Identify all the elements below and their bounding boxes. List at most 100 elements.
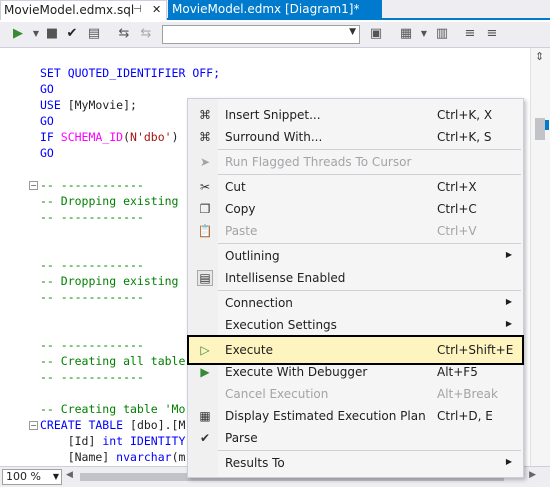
- code-line: IF SCHEMA_ID(N'dbo'): [40, 129, 179, 145]
- vertical-scrollbar[interactable]: ⇕: [530, 48, 550, 466]
- menu-item-shortcut: Alt+Break: [437, 387, 498, 401]
- menu-item-copy[interactable]: ❐ Copy Ctrl+C: [189, 198, 522, 220]
- menu-item-cancel-execution[interactable]: Cancel Execution Alt+Break: [189, 383, 522, 405]
- menu-item-results-to[interactable]: Results To ▶: [189, 452, 522, 474]
- menu-item-label: Paste: [225, 224, 258, 238]
- stop-icon[interactable]: ■: [44, 26, 60, 42]
- code-token: [dbo].[M: [123, 418, 186, 432]
- code-token: GO: [40, 82, 54, 96]
- chevron-down-icon: ▼: [349, 27, 356, 37]
- menu-item-run-flagged-threads[interactable]: ➤ Run Flagged Threads To Cursor: [189, 151, 522, 173]
- menu-item-paste[interactable]: 📋 Paste Ctrl+V: [189, 220, 522, 242]
- code-line: [Id] int IDENTITY: [40, 433, 186, 449]
- menu-item-outlining[interactable]: Outlining ▶: [189, 245, 522, 267]
- disconnect-icon[interactable]: ⇆: [138, 26, 154, 42]
- execute-icon[interactable]: ▶: [10, 26, 26, 42]
- code-line: GO: [40, 113, 54, 129]
- splitter-icon[interactable]: ⇕: [535, 50, 544, 63]
- code-token: nvarchar: [116, 450, 172, 464]
- code-line: -- ------------: [40, 290, 144, 304]
- results-to-grid-icon[interactable]: ▦: [398, 26, 414, 42]
- tab-label: MovieModel.edmx [Diagram1]*: [172, 2, 360, 16]
- collapse-icon[interactable]: −: [29, 421, 38, 430]
- menu-item-label: Intellisense Enabled: [225, 271, 346, 285]
- scroll-marker: [545, 120, 549, 130]
- code-token: (m: [171, 450, 186, 464]
- sql-editor-toolbar: ▶ ▼ ■ ✔ ▤ ⇆ ⇆ ▼ ▣ ▦ ▼ ▥ ≡ ≡: [0, 22, 550, 48]
- database-combo[interactable]: ▼: [162, 25, 360, 44]
- menu-item-shortcut: Alt+F5: [437, 365, 478, 379]
- code-line: GO: [40, 81, 54, 97]
- menu-item-display-estimated-plan[interactable]: ▦ Display Estimated Execution Plan Ctrl+…: [189, 405, 522, 427]
- code-token: [MyMovie];: [67, 98, 137, 112]
- code-token: (: [123, 130, 131, 144]
- menu-item-shortcut: Ctrl+C: [437, 202, 477, 216]
- execution-plan-icon[interactable]: ▤: [86, 26, 102, 42]
- collapse-icon[interactable]: −: [29, 181, 38, 190]
- tab-movie-model-diagram[interactable]: MovieModel.edmx [Diagram1]*: [168, 0, 382, 18]
- connect-icon[interactable]: ⇆: [116, 26, 132, 42]
- menu-item-connection[interactable]: Connection ▶: [189, 292, 522, 314]
- menu-item-label: Execute: [225, 343, 273, 357]
- menu-item-shortcut: Ctrl+X: [437, 180, 477, 194]
- scroll-left-icon[interactable]: ◀: [66, 470, 73, 480]
- code-token: GO: [40, 114, 54, 128]
- menu-item-label: Execution Settings: [225, 318, 337, 332]
- pin-icon[interactable]: ⊣: [133, 1, 142, 19]
- menu-item-execute-with-debugger[interactable]: ▶ Execute With Debugger Alt+F5: [189, 361, 522, 383]
- menu-item-execution-settings[interactable]: Execution Settings ▶: [189, 314, 522, 336]
- code-line: -- ------------: [40, 178, 144, 192]
- menu-separator: [218, 450, 521, 451]
- menu-item-cut[interactable]: ✂ Cut Ctrl+X: [189, 176, 522, 198]
- document-tab-strip: MovieModel.edmx.sql ⊣ ✕ MovieModel.edmx …: [0, 0, 550, 20]
- zoom-value: 100 %: [6, 470, 41, 483]
- code-token: CREATE TABLE: [40, 418, 124, 432]
- menu-separator: [218, 149, 521, 150]
- submenu-arrow-icon: ▶: [505, 319, 512, 328]
- menu-item-label: Display Estimated Execution Plan: [225, 409, 426, 423]
- change-connection-icon[interactable]: ▣: [368, 26, 384, 42]
- menu-item-label: Connection: [225, 296, 293, 310]
- close-tab-icon[interactable]: ✕: [152, 1, 161, 19]
- code-line: -- ------------: [40, 338, 144, 352]
- code-token: [Id]: [40, 434, 103, 448]
- menu-item-label: Parse: [225, 431, 258, 445]
- menu-item-shortcut: Ctrl+V: [437, 224, 477, 238]
- menu-item-label: Cancel Execution: [225, 387, 329, 401]
- execute-debugger-icon: ▶: [200, 365, 210, 379]
- code-token: IF: [40, 130, 61, 144]
- code-line: -- Dropping existing: [40, 274, 179, 288]
- zoom-combo[interactable]: 100 % ▼: [2, 469, 62, 485]
- menu-item-shortcut: Ctrl+K, X: [437, 108, 493, 122]
- execution-plan-icon: ▦: [199, 409, 211, 423]
- code-token: USE: [40, 98, 68, 112]
- menu-item-label: Surround With...: [225, 130, 323, 144]
- menu-item-label: Run Flagged Threads To Cursor: [225, 155, 412, 169]
- tab-movie-model-sql[interactable]: MovieModel.edmx.sql ⊣ ✕: [0, 0, 167, 20]
- run-to-cursor-icon: ➤: [199, 155, 211, 169]
- code-token: ): [171, 130, 179, 144]
- menu-item-shortcut: Ctrl+Shift+E: [437, 343, 514, 357]
- code-line: SET QUOTED_IDENTIFIER OFF;: [40, 65, 220, 81]
- scroll-right-icon[interactable]: ▶: [529, 470, 536, 480]
- menu-item-surround-with[interactable]: ⌘ Surround With... Ctrl+K, S: [189, 126, 522, 148]
- scroll-thumb[interactable]: [535, 118, 545, 140]
- menu-item-label: Execute With Debugger: [225, 365, 368, 379]
- menu-separator: [218, 174, 521, 175]
- menu-item-shortcut: Ctrl+K, S: [437, 130, 492, 144]
- menu-item-label: Copy: [225, 202, 256, 216]
- uncomment-icon[interactable]: ≡: [484, 26, 500, 42]
- menu-item-insert-snippet[interactable]: ⌘ Insert Snippet... Ctrl+K, X: [189, 104, 522, 126]
- menu-item-intellisense-enabled[interactable]: ▤ Intellisense Enabled: [189, 267, 522, 289]
- execute-dropdown-icon[interactable]: ▼: [28, 26, 44, 42]
- comment-icon[interactable]: ≡: [462, 26, 478, 42]
- code-line: -- ------------: [40, 210, 144, 224]
- menu-item-parse[interactable]: ✔ Parse: [189, 427, 522, 449]
- menu-item-label: Outlining: [225, 249, 280, 263]
- include-plan-icon[interactable]: ▥: [434, 26, 450, 42]
- results-dropdown-icon[interactable]: ▼: [416, 26, 432, 42]
- menu-item-label: Cut: [225, 180, 246, 194]
- code-token: N'dbo': [130, 130, 172, 144]
- parse-icon[interactable]: ✔: [64, 26, 80, 42]
- menu-separator: [218, 290, 521, 291]
